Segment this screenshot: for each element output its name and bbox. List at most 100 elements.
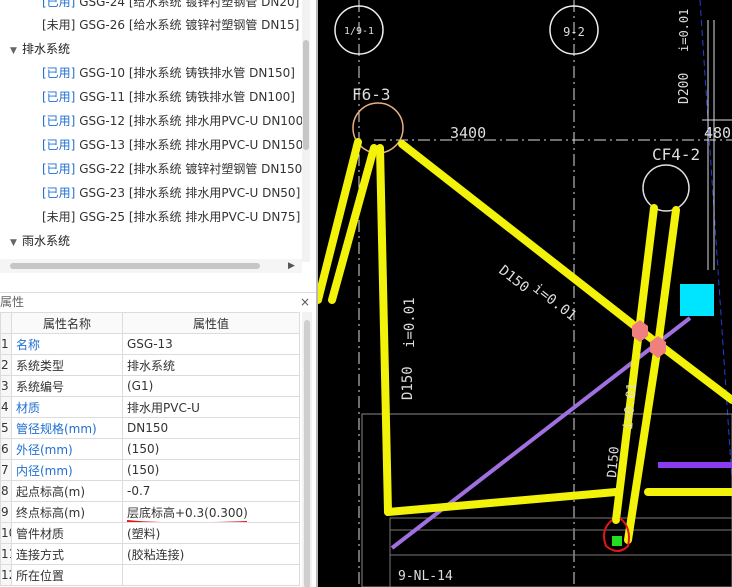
tree-item-label: GSG-23 [排水系统 排水用PVC-U DN50] <box>79 186 301 200</box>
property-row[interactable]: 11连接方式(胶粘连接) <box>0 543 300 565</box>
pipe-label: D150 <box>496 263 532 296</box>
tree-item-label: GSG-24 [给水系统 镀锌衬塑钢管 DN20] <box>79 0 300 9</box>
column-label: F6-3 <box>352 85 391 104</box>
pipe-label: D150 <box>605 446 623 479</box>
property-name: 材质 <box>11 396 123 418</box>
row-number: 2 <box>0 354 12 376</box>
property-row[interactable]: 3 系统编号 (G1) <box>0 375 300 397</box>
property-value[interactable]: (塑料) <box>122 522 300 544</box>
pipe-segment[interactable] <box>654 206 680 349</box>
column-circle <box>642 164 690 212</box>
tree-group-drain[interactable]: ▼ 排水系统 <box>0 37 70 61</box>
property-row[interactable]: 4 材质 排水用PVC-U <box>0 396 300 418</box>
tree-item[interactable]: [已用] GSG-12 [排水系统 排水用PVC-U DN100 <box>0 109 302 133</box>
pipe-segment[interactable] <box>398 140 644 334</box>
left-panel: [已用] GSG-24 [给水系统 镀锌衬塑钢管 DN20] [未用] GSG-… <box>0 0 316 587</box>
property-value[interactable]: 排水系统 <box>122 354 300 376</box>
dimension-label: 3400 <box>450 124 486 142</box>
property-value[interactable]: 排水用PVC-U <box>122 396 300 418</box>
red-underline-annotation <box>126 520 247 522</box>
row-number: 5 <box>0 417 12 439</box>
tree-horizontal-scrollbar[interactable]: ▶ <box>0 259 302 273</box>
properties-panel-header: 属性 × <box>0 292 316 311</box>
property-name: 内径(mm) <box>11 459 123 481</box>
tree-item-label: GSG-22 [排水系统 镀锌衬塑钢管 DN150 <box>79 162 302 176</box>
property-value[interactable]: -0.7 <box>122 480 300 502</box>
property-name: 起点标高(m) <box>11 480 123 502</box>
properties-scrollbar[interactable] <box>302 312 312 587</box>
scrollbar-thumb[interactable] <box>303 40 309 150</box>
tree-item-label: GSG-11 [排水系统 铸铁排水管 DN100] <box>79 90 295 104</box>
tree-item[interactable]: [已用] GSG-23 [排水系统 排水用PVC-U DN50] <box>0 181 300 205</box>
row-number: 4 <box>0 396 12 418</box>
tree-item[interactable]: [已用] GSG-10 [排水系统 铸铁排水管 DN150] <box>0 61 295 85</box>
tree-item-label: GSG-10 [排水系统 铸铁排水管 DN150] <box>79 66 295 80</box>
row-number: 1 <box>0 333 12 355</box>
property-value[interactable] <box>122 564 300 586</box>
property-row[interactable]: 1 名称 GSG-13 <box>0 333 300 355</box>
tree-item-gsg26[interactable]: [未用] GSG-26 [给水系统 镀锌衬塑钢管 DN15] <box>0 13 299 37</box>
cad-drawing[interactable]: 1/9-1 9-2 F6-3 CF4-2 3400 4800 D150 i <box>318 0 732 587</box>
property-row[interactable]: 2 系统类型 排水系统 <box>0 354 300 376</box>
caret-down-icon[interactable]: ▼ <box>10 39 22 63</box>
pipe-label: D150 <box>400 366 416 400</box>
slope-label: i=0.01 <box>677 9 691 52</box>
property-row[interactable]: 9 终点标高(m) 层底标高+0.3(0.300) <box>0 501 300 523</box>
property-name: 连接方式 <box>11 543 123 565</box>
property-name: 外径(mm) <box>11 438 123 460</box>
caret-down-icon[interactable]: ▼ <box>10 231 22 255</box>
close-icon[interactable]: × <box>300 293 310 311</box>
property-value[interactable]: (胶粘连接) <box>122 543 300 565</box>
row-number: 7 <box>0 459 12 481</box>
property-row[interactable]: 8 起点标高(m) -0.7 <box>0 480 300 502</box>
pipe-group[interactable] <box>318 138 732 544</box>
properties-panel-title: 属性 <box>0 295 25 309</box>
tree-item-tag: [已用] <box>42 90 76 104</box>
property-value[interactable]: (150) <box>122 438 300 460</box>
property-row[interactable]: 12所在位置 <box>0 564 300 586</box>
property-value[interactable]: (G1) <box>122 375 300 397</box>
tree-item-tag: [已用] <box>42 162 76 176</box>
property-value[interactable]: GSG-13 <box>122 333 300 355</box>
pipe-segment[interactable] <box>384 488 620 516</box>
tree-vertical-scrollbar[interactable] <box>302 0 310 262</box>
tree-item-label: GSG-25 [排水系统 排水用PVC-U DN75] <box>79 210 301 224</box>
purple-pipe[interactable] <box>658 462 732 468</box>
row-number-header <box>0 312 12 334</box>
tree-item-tag: [已用] <box>42 186 76 200</box>
tree-group-rain[interactable]: ▼ 雨水系统 <box>0 229 70 253</box>
tree-item[interactable]: [已用] GSG-11 [排水系统 铸铁排水管 DN100] <box>0 85 295 109</box>
scrollbar-thumb[interactable] <box>304 320 310 587</box>
pipe-segment[interactable] <box>376 144 392 516</box>
property-row[interactable]: 10管件材质(塑料) <box>0 522 300 544</box>
property-row[interactable]: 6 外径(mm) (150) <box>0 438 300 460</box>
scrollbar-thumb[interactable] <box>10 263 260 269</box>
dimension-label: 4800 <box>704 124 732 142</box>
slope-label: i=0.01 <box>621 382 640 430</box>
property-value[interactable]: (150) <box>122 459 300 481</box>
property-value[interactable]: DN150 <box>122 417 300 439</box>
property-name: 管径规格(mm) <box>11 417 123 439</box>
axis-label: 1/9-1 <box>344 26 374 37</box>
property-row[interactable]: 5 管径规格(mm) DN150 <box>0 417 300 439</box>
tree-item[interactable]: [已用] GSG-22 [排水系统 镀锌衬塑钢管 DN150 <box>0 157 302 181</box>
row-number: 3 <box>0 375 12 397</box>
tree-item[interactable]: [已用] GSG-13 [排水系统 排水用PVC-U DN150 <box>0 133 302 157</box>
property-value[interactable]: 层底标高+0.3(0.300) <box>122 501 300 523</box>
tree-item-label: GSG-26 [给水系统 镀锌衬塑钢管 DN15] <box>79 18 300 32</box>
property-name: 管件材质 <box>11 522 123 544</box>
tree-group-label: 排水系统 <box>22 42 71 56</box>
wall-label: 9-NL-14 <box>398 569 453 584</box>
tree-item-tag: [未用] <box>42 18 76 32</box>
cad-drawing-canvas[interactable]: 1/9-1 9-2 F6-3 CF4-2 3400 4800 D150 i <box>318 0 732 587</box>
tree-item-label: GSG-13 [排水系统 排水用PVC-U DN150 <box>79 138 302 152</box>
tree-item-tag: [已用] <box>42 66 76 80</box>
column-header-value: 属性值 <box>122 312 300 334</box>
tree-item-gsg24[interactable]: [已用] GSG-24 [给水系统 镀锌衬塑钢管 DN20] <box>0 0 299 14</box>
tree-item[interactable]: [未用] GSG-25 [排水系统 排水用PVC-U DN75] <box>0 205 300 229</box>
highlighted-equipment[interactable] <box>680 284 714 316</box>
row-number: 9 <box>0 501 12 523</box>
property-row[interactable]: 7 内径(mm) (150) <box>0 459 300 481</box>
scroll-right-arrow-icon[interactable]: ▶ <box>288 259 295 273</box>
selected-pipe-endpoint[interactable] <box>612 536 622 546</box>
